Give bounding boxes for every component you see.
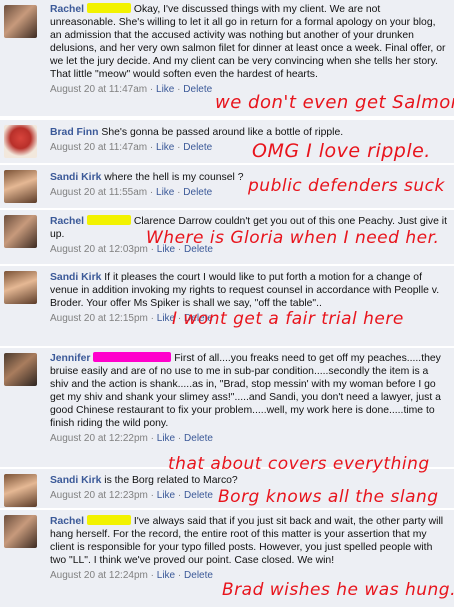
annotation-text: OMG I love ripple.	[252, 140, 431, 162]
avatar[interactable]	[4, 271, 37, 304]
annotation-text: that about covers everything	[168, 454, 430, 474]
comment-author[interactable]: Sandi Kirk	[50, 272, 101, 283]
comment-author[interactable]: Rachel	[50, 216, 84, 227]
delete-link[interactable]: Delete	[184, 570, 213, 581]
comment-text: First of all....you freaks need to get o…	[50, 353, 441, 429]
comment-body: Rachel Okay, I've discussed things with …	[50, 3, 448, 96]
comment-text: where the hell is my counsel ?	[104, 172, 244, 183]
annotation-text: Brad wishes he was hung.	[222, 580, 454, 600]
annotation-text: Borg knows all the slang	[218, 487, 439, 507]
comment-timestamp: August 20 at 11:55am	[50, 187, 148, 198]
separator: ·	[150, 490, 154, 501]
annotation-text: Where is Gloria when I need her.	[146, 228, 440, 248]
separator: ·	[177, 433, 182, 444]
comment-item: Sandi Kirk If it pleases the court I wou…	[0, 266, 454, 347]
redaction-mark	[86, 215, 131, 225]
like-link[interactable]: Like	[157, 490, 175, 501]
comment-text: She's gonna be passed around like a bott…	[101, 127, 344, 138]
comment-author[interactable]: Rachel	[50, 516, 84, 527]
comment-timestamp: August 20 at 12:23pm	[50, 490, 148, 501]
comment-text: is the Borg related to Marco?	[104, 475, 238, 486]
comment-author[interactable]: Sandi Kirk	[50, 475, 101, 486]
annotation-text: public defenders suck	[248, 176, 445, 196]
separator: ·	[150, 313, 154, 324]
like-link[interactable]: Like	[157, 570, 175, 581]
separator: ·	[149, 187, 154, 198]
annotation-text: we don't even get Salmon	[215, 92, 454, 113]
comment-timestamp: August 20 at 11:47am	[50, 142, 148, 153]
like-link[interactable]: Like	[156, 142, 174, 153]
delete-link[interactable]: Delete	[183, 142, 212, 153]
comment-item: Jennifer First of all....you freaks need…	[0, 348, 454, 468]
avatar[interactable]	[4, 5, 37, 38]
delete-link[interactable]: Delete	[184, 433, 213, 444]
like-link[interactable]: Like	[156, 187, 174, 198]
redaction-mark	[86, 515, 131, 525]
separator: ·	[150, 433, 154, 444]
delete-link[interactable]: Delete	[183, 84, 212, 95]
avatar[interactable]	[4, 474, 37, 507]
like-link[interactable]: Like	[156, 84, 174, 95]
comment-feed: Rachel Okay, I've discussed things with …	[0, 0, 454, 608]
comment-author[interactable]: Sandi Kirk	[50, 172, 101, 183]
separator: ·	[149, 84, 154, 95]
separator: ·	[177, 570, 182, 581]
comment-timestamp: August 20 at 12:22pm	[50, 433, 148, 444]
comment-timestamp: August 20 at 12:03pm	[50, 244, 148, 255]
comment-author[interactable]: Brad Finn	[50, 127, 99, 138]
avatar[interactable]	[4, 125, 37, 158]
avatar[interactable]	[4, 215, 37, 248]
avatar[interactable]	[4, 515, 37, 548]
delete-link[interactable]: Delete	[184, 490, 213, 501]
comment-timestamp: August 20 at 11:47am	[50, 84, 148, 95]
redaction-mark	[86, 3, 131, 13]
separator: ·	[149, 142, 154, 153]
comment-body: Jennifer First of all....you freaks need…	[50, 352, 448, 445]
avatar[interactable]	[4, 353, 37, 386]
comment-body: Rachel I've always said that if you just…	[50, 515, 448, 582]
avatar[interactable]	[4, 170, 37, 203]
comment-author[interactable]: Jennifer	[50, 353, 90, 364]
redaction-mark	[93, 352, 172, 362]
comment-timestamp: August 20 at 12:24pm	[50, 570, 148, 581]
comment-meta: August 20 at 12:22pm · Like · Delete	[50, 432, 448, 445]
annotation-text: I wont get a fair trial here	[172, 309, 404, 329]
separator: ·	[177, 142, 181, 153]
separator: ·	[177, 490, 182, 501]
like-link[interactable]: Like	[157, 433, 175, 444]
comment-text: If it pleases the court I would like to …	[50, 272, 440, 309]
separator: ·	[177, 187, 181, 198]
comment-text: Okay, I've discussed things with my clie…	[50, 4, 446, 80]
separator: ·	[150, 570, 154, 581]
comment-author[interactable]: Rachel	[50, 4, 84, 15]
delete-link[interactable]: Delete	[183, 187, 212, 198]
comment-timestamp: August 20 at 12:15pm	[50, 313, 148, 324]
separator: ·	[177, 84, 181, 95]
